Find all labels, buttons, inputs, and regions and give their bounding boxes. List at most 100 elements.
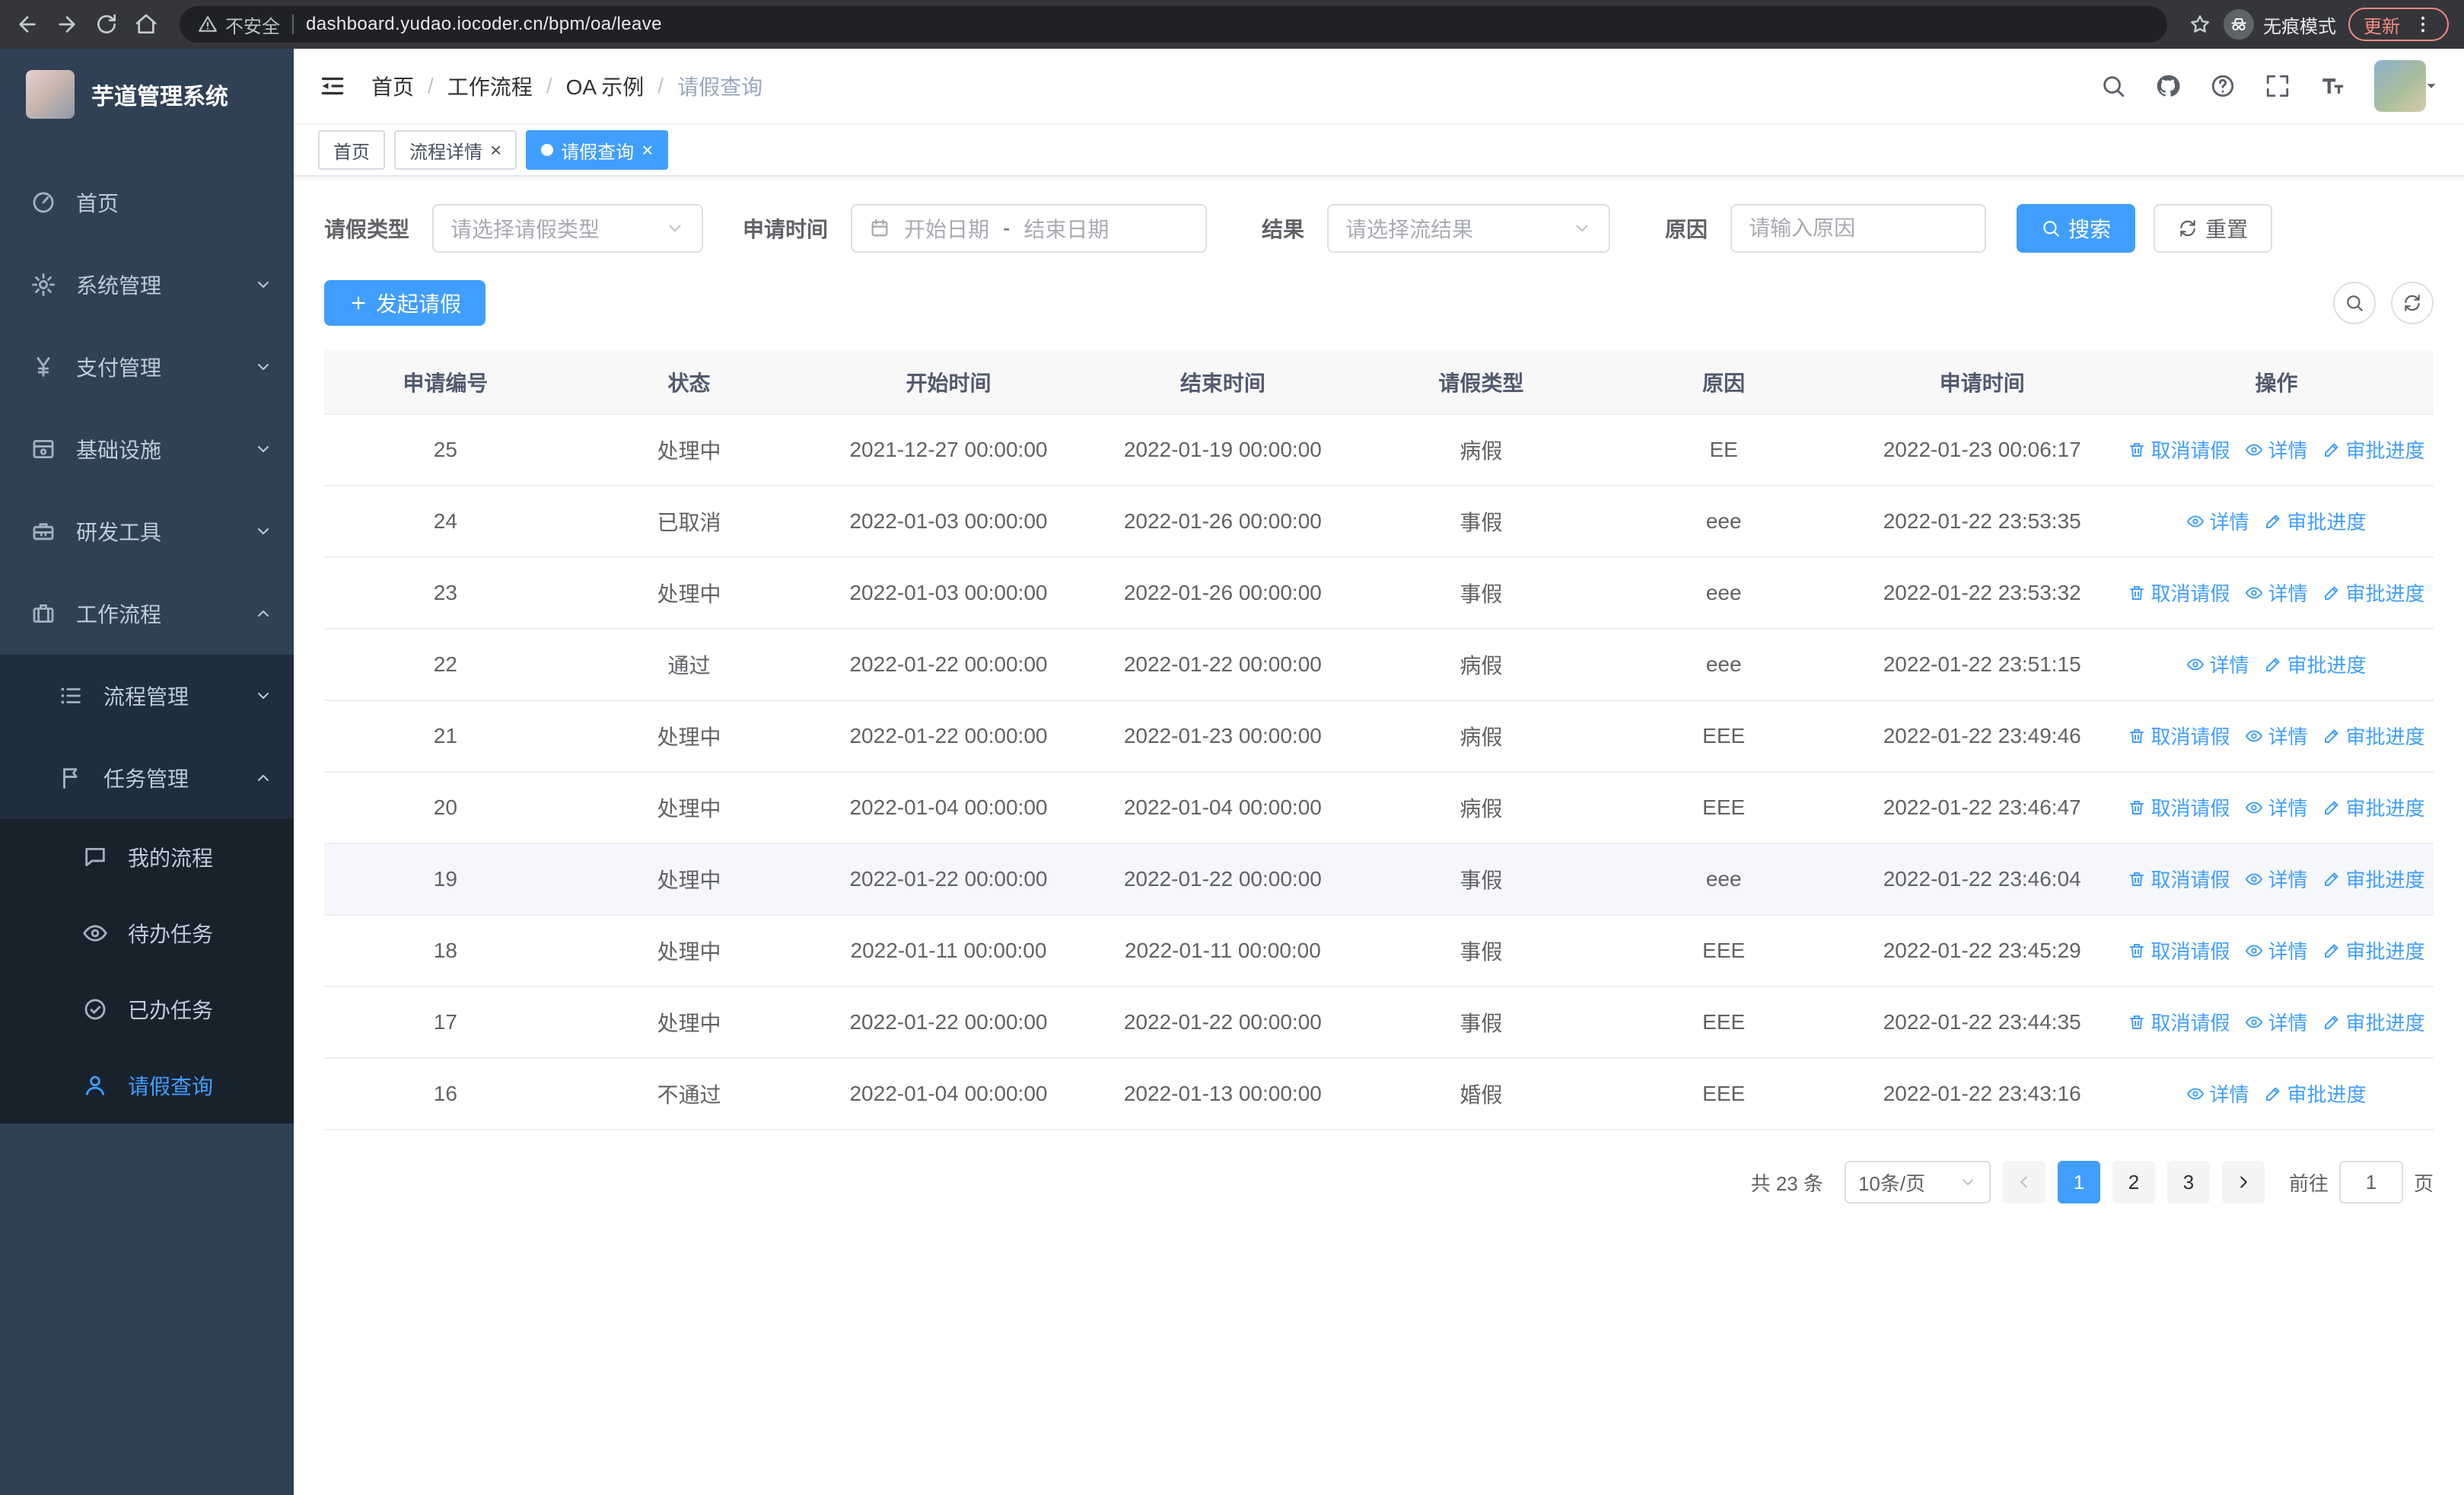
logo-avatar [26, 70, 75, 119]
cell-status: 处理中 [566, 987, 812, 1059]
sidebar-item-首页[interactable]: 首页 [0, 161, 294, 244]
op-detail-link[interactable]: 详情 [2245, 793, 2307, 821]
apply-time-range-picker[interactable]: 开始日期 - 结束日期 [851, 204, 1208, 253]
cell-id: 20 [324, 772, 567, 844]
op-progress-link[interactable]: 审批进度 [2264, 507, 2366, 535]
sidebar-item-系统管理[interactable]: 系统管理 [0, 244, 294, 326]
page-button-2[interactable]: 2 [2112, 1161, 2155, 1203]
sidebar-item-工作流程[interactable]: 工作流程 [0, 572, 294, 655]
user-avatar[interactable] [2374, 60, 2426, 112]
page-button-1[interactable]: 1 [2057, 1161, 2100, 1203]
op-progress-link[interactable]: 审批进度 [2322, 435, 2424, 464]
home-icon[interactable] [134, 12, 158, 37]
chevron-down-icon [1572, 218, 1592, 238]
op-detail-link[interactable]: 详情 [2245, 1008, 2307, 1036]
sidebar-menu: 首页 系统管理 支付管理 基础设施 研发工具 工作流程 流程管理 任务管理 我的流程待办任务已办… [0, 140, 294, 1124]
op-label: 审批进度 [2345, 439, 2425, 463]
reset-button[interactable]: 重置 [2154, 204, 2273, 253]
breadcrumb-item[interactable]: 首页 [371, 71, 414, 101]
eye-icon [2245, 727, 2263, 745]
op-detail-link[interactable]: 详情 [2245, 936, 2307, 964]
leave-type-select[interactable]: 请选择请假类型 [432, 204, 704, 253]
refresh-table-button[interactable] [2391, 282, 2434, 324]
sidebar-logo[interactable]: 芋道管理系统 [0, 49, 294, 140]
op-label: 详情 [2268, 940, 2308, 964]
prev-page-button[interactable] [2002, 1161, 2045, 1203]
op-cancel-link[interactable]: 取消请假 [2128, 865, 2230, 893]
op-cancel-link[interactable]: 取消请假 [2128, 579, 2230, 607]
op-detail-link[interactable]: 详情 [2245, 865, 2307, 893]
create-leave-button[interactable]: 发起请假 [324, 280, 486, 326]
close-icon[interactable]: × [641, 140, 653, 160]
search-icon[interactable] [2100, 73, 2126, 99]
edit-icon [2322, 799, 2341, 817]
chevron-down-icon[interactable] [2423, 78, 2440, 94]
sidebar-item-基础设施[interactable]: 基础设施 [0, 408, 294, 490]
kebab-menu-icon[interactable] [2412, 14, 2434, 35]
column-header: 状态 [566, 350, 812, 415]
sidebar-item-任务管理[interactable]: 任务管理 [0, 737, 294, 819]
next-page-button[interactable] [2221, 1161, 2265, 1203]
search-button[interactable]: 搜索 [2017, 204, 2136, 253]
op-cancel-link[interactable]: 取消请假 [2128, 936, 2230, 964]
refresh-icon [2178, 218, 2198, 238]
page-button-3[interactable]: 3 [2166, 1161, 2210, 1203]
font-size-icon[interactable] [2319, 73, 2345, 99]
toggle-search-button[interactable] [2333, 282, 2376, 324]
browser-update-button[interactable]: 更新 [2348, 8, 2449, 41]
op-detail-link[interactable]: 详情 [2186, 1079, 2249, 1108]
chevron-down-icon [254, 440, 272, 458]
tab-请假查询[interactable]: 请假查询 × [526, 130, 669, 170]
sidebar-item-支付管理[interactable]: 支付管理 [0, 326, 294, 408]
tab-流程详情[interactable]: 流程详情 × [394, 130, 517, 170]
op-detail-link[interactable]: 详情 [2245, 722, 2307, 750]
help-icon[interactable] [2210, 73, 2236, 99]
github-icon[interactable] [2155, 73, 2181, 99]
bookmark-star-icon[interactable] [2189, 13, 2211, 36]
op-cancel-link[interactable]: 取消请假 [2128, 435, 2230, 464]
back-icon[interactable] [15, 12, 40, 37]
op-cancel-link[interactable]: 取消请假 [2128, 1008, 2230, 1036]
incognito-label: 无痕模式 [2263, 16, 2336, 37]
sidebar-item-研发工具[interactable]: 研发工具 [0, 490, 294, 572]
warning-icon [198, 14, 218, 34]
breadcrumb-item[interactable]: 工作流程 [447, 71, 533, 101]
sidebar-item-label: 待办任务 [128, 923, 214, 946]
close-icon[interactable]: × [490, 140, 501, 160]
sidebar-item-请假查询[interactable]: 请假查询 [0, 1047, 294, 1124]
op-progress-link[interactable]: 审批进度 [2264, 650, 2366, 678]
op-progress-link[interactable]: 审批进度 [2322, 936, 2424, 964]
page-size-select[interactable]: 10条/页 [1844, 1161, 1991, 1203]
op-progress-link[interactable]: 审批进度 [2322, 865, 2424, 893]
op-progress-link[interactable]: 审批进度 [2264, 1079, 2366, 1108]
op-progress-link[interactable]: 审批进度 [2322, 1008, 2424, 1036]
fullscreen-icon[interactable] [2265, 73, 2291, 99]
tab-首页[interactable]: 首页 [318, 130, 385, 170]
result-select[interactable]: 请选择流结果 [1327, 204, 1611, 253]
sidebar-collapse-icon[interactable] [318, 72, 347, 100]
chevron-up-icon [254, 604, 272, 623]
cell-operations: 取消请假 详情 审批进度 [2119, 915, 2434, 987]
reason-input[interactable] [1749, 216, 1969, 241]
column-header: 原因 [1602, 350, 1845, 415]
address-bar[interactable]: 不安全 dashboard.yudao.iocoder.cn/bpm/oa/le… [180, 6, 2167, 43]
goto-page-input[interactable] [2338, 1161, 2403, 1203]
sidebar-item-我的流程[interactable]: 我的流程 [0, 819, 294, 895]
sidebar-item-待办任务[interactable]: 待办任务 [0, 895, 294, 971]
op-detail-link[interactable]: 详情 [2186, 507, 2249, 535]
sidebar-item-已办任务[interactable]: 已办任务 [0, 971, 294, 1047]
reload-icon[interactable] [94, 12, 119, 37]
op-cancel-link[interactable]: 取消请假 [2128, 722, 2230, 750]
op-detail-link[interactable]: 详情 [2245, 579, 2307, 607]
forward-icon[interactable] [55, 12, 79, 37]
op-label: 审批进度 [2345, 940, 2425, 964]
op-progress-link[interactable]: 审批进度 [2322, 579, 2424, 607]
breadcrumb-item[interactable]: OA 示例 [566, 71, 645, 101]
op-detail-link[interactable]: 详情 [2245, 435, 2307, 464]
op-cancel-link[interactable]: 取消请假 [2128, 793, 2230, 821]
op-progress-link[interactable]: 审批进度 [2322, 793, 2424, 821]
op-detail-link[interactable]: 详情 [2186, 650, 2249, 678]
sidebar-item-流程管理[interactable]: 流程管理 [0, 655, 294, 737]
op-progress-link[interactable]: 审批进度 [2322, 722, 2424, 750]
cell-status: 处理中 [566, 772, 812, 844]
